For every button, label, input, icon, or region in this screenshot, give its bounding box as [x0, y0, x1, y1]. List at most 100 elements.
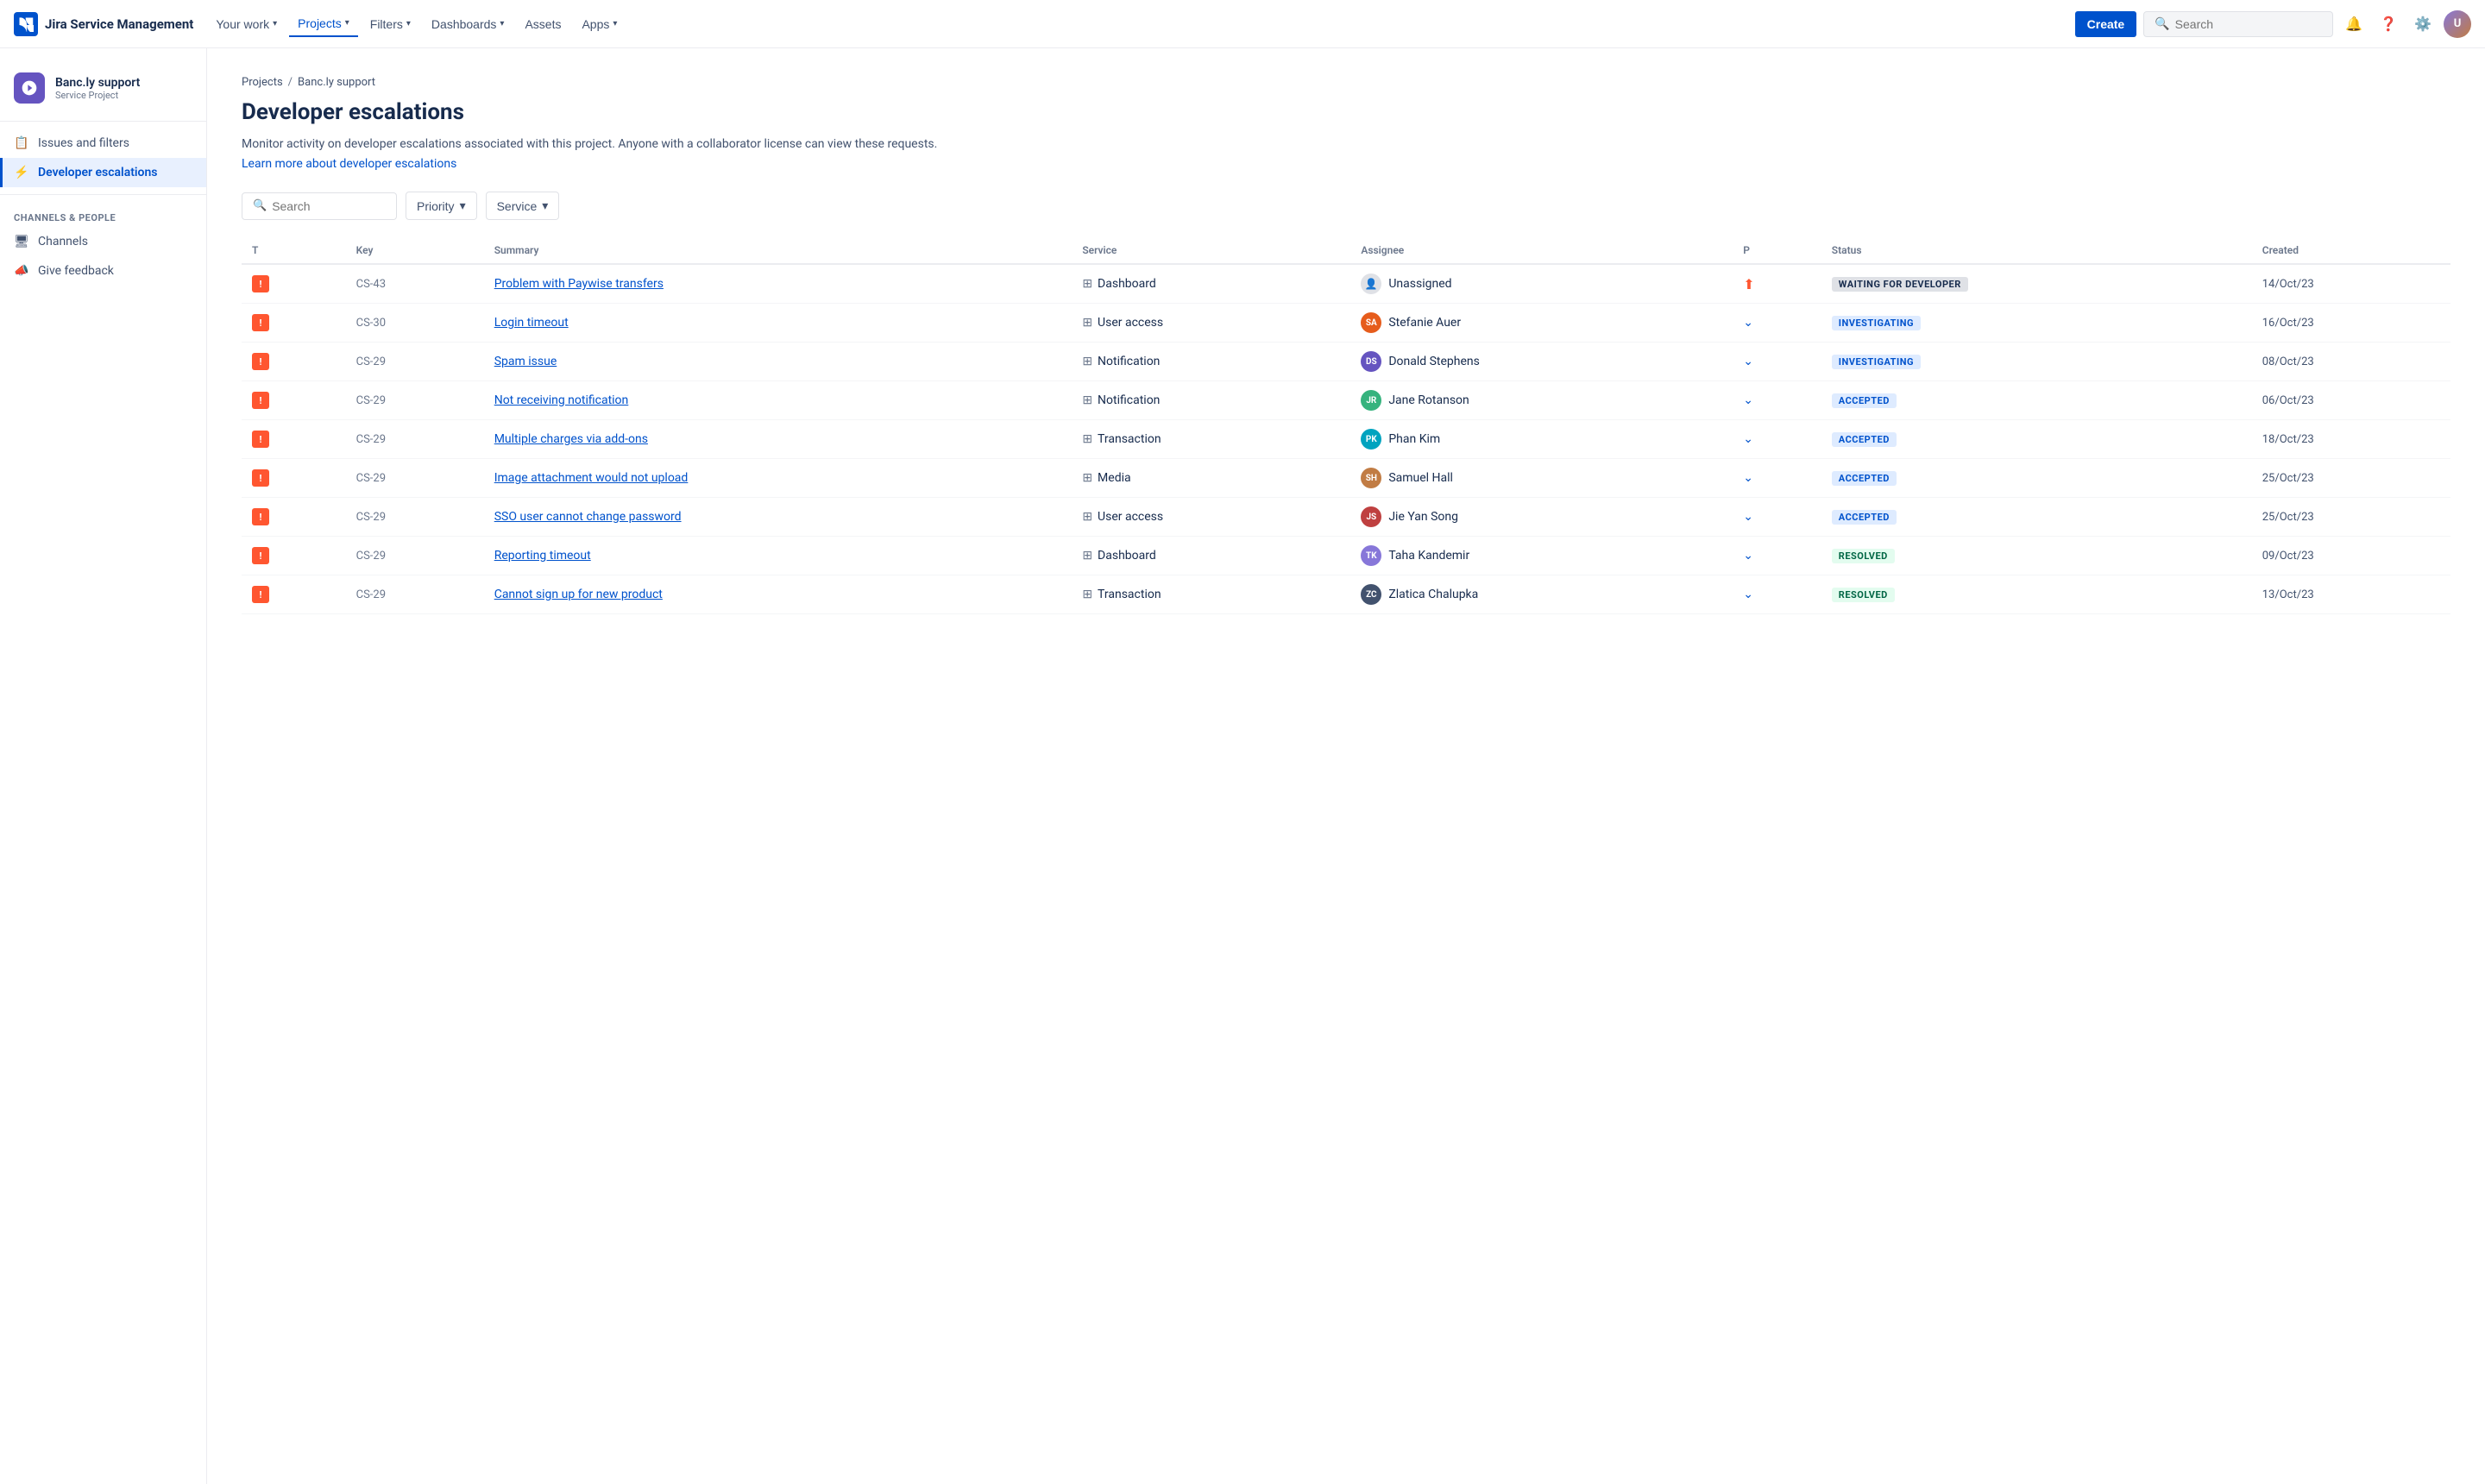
create-button[interactable]: Create: [2075, 11, 2137, 37]
feedback-icon: 📣: [14, 263, 29, 279]
breadcrumb-project-name[interactable]: Banc.ly support: [298, 76, 375, 89]
issue-type-icon: !: [252, 353, 269, 370]
status-badge: ACCEPTED: [1832, 471, 1897, 486]
user-avatar[interactable]: U: [2444, 10, 2471, 38]
issue-key: CS-30: [356, 317, 386, 330]
priority-low-icon: ⌄: [1743, 510, 1753, 524]
bell-icon: 🔔: [2345, 16, 2362, 33]
created-date: 16/Oct/23: [2262, 317, 2314, 330]
priority-filter[interactable]: Priority ▾: [406, 192, 477, 220]
chevron-down-icon: ▾: [542, 198, 548, 213]
sidebar-item-developer-escalations[interactable]: ⚡ Developer escalations: [0, 158, 206, 187]
issue-summary[interactable]: SSO user cannot change password: [494, 510, 682, 524]
search-icon: 🔍: [253, 199, 267, 212]
sidebar-item-issues[interactable]: 📋 Issues and filters: [0, 129, 206, 158]
service-filter[interactable]: Service ▾: [486, 192, 560, 220]
search-input[interactable]: [2175, 17, 2323, 31]
breadcrumb-separator: /: [288, 76, 293, 89]
status-badge: RESOLVED: [1832, 549, 1895, 563]
service-icon: ⊞: [1082, 510, 1092, 524]
nav-projects[interactable]: Projects ▾: [289, 11, 358, 37]
help-button[interactable]: ❓: [2375, 10, 2402, 38]
assignee-name: Samuel Hall: [1388, 471, 1453, 485]
main-layout: Banc.ly support Service Project 📋 Issues…: [0, 0, 2485, 1484]
service-name: Dashboard: [1098, 277, 1156, 291]
assignee-name: Jane Rotanson: [1388, 393, 1469, 407]
created-date: 25/Oct/23: [2262, 472, 2314, 485]
issue-summary[interactable]: Problem with Paywise transfers: [494, 277, 664, 291]
nav-your-work[interactable]: Your work ▾: [207, 12, 286, 36]
status-badge: ACCEPTED: [1832, 510, 1897, 525]
status-badge: ACCEPTED: [1832, 393, 1897, 408]
created-date: 25/Oct/23: [2262, 511, 2314, 524]
assignee-avatar: JR: [1361, 390, 1381, 411]
service-name: Notification: [1098, 355, 1160, 368]
chevron-down-icon: ▾: [406, 19, 411, 28]
issues-table: T Key Summary Service Assignee P Status …: [242, 237, 2450, 614]
service-name: Transaction: [1098, 432, 1161, 446]
nav-dashboards[interactable]: Dashboards ▾: [423, 12, 513, 36]
notifications-button[interactable]: 🔔: [2340, 10, 2368, 38]
table-row: ! CS-29 Cannot sign up for new product ⊞…: [242, 575, 2450, 614]
filters-bar: 🔍 Priority ▾ Service ▾: [242, 192, 2450, 220]
global-search[interactable]: 🔍: [2143, 11, 2333, 37]
service-name: Dashboard: [1098, 549, 1156, 563]
page-description: Monitor activity on developer escalation…: [242, 135, 2450, 154]
search-filter[interactable]: 🔍: [242, 192, 397, 220]
assignee-avatar: JS: [1361, 506, 1381, 527]
created-date: 08/Oct/23: [2262, 355, 2314, 368]
chevron-down-icon: ▾: [460, 198, 466, 213]
service-icon: ⊞: [1082, 316, 1092, 330]
settings-button[interactable]: ⚙️: [2409, 10, 2437, 38]
breadcrumb-projects[interactable]: Projects: [242, 76, 283, 89]
nav-apps[interactable]: Apps ▾: [573, 12, 626, 36]
service-icon: ⊞: [1082, 432, 1092, 446]
assignee-name: Donald Stephens: [1388, 355, 1480, 368]
table-row: ! CS-43 Problem with Paywise transfers ⊞…: [242, 264, 2450, 304]
unassigned-avatar: 👤: [1361, 274, 1381, 294]
issue-key: CS-29: [356, 550, 386, 563]
page-title: Developer escalations: [242, 99, 2450, 125]
nav-assets[interactable]: Assets: [516, 12, 569, 36]
created-date: 09/Oct/23: [2262, 550, 2314, 563]
service-cell: ⊞ Transaction: [1082, 432, 1340, 446]
issue-summary[interactable]: Cannot sign up for new product: [494, 588, 663, 601]
gear-icon: ⚙️: [2414, 16, 2432, 33]
service-icon: ⊞: [1082, 471, 1092, 485]
priority-low-icon: ⌄: [1743, 355, 1753, 368]
issue-summary[interactable]: Multiple charges via add-ons: [494, 432, 648, 446]
issue-key: CS-29: [356, 433, 386, 446]
assignee-avatar: ZC: [1361, 584, 1381, 605]
issue-summary[interactable]: Spam issue: [494, 355, 557, 368]
sidebar-item-give-feedback[interactable]: 📣 Give feedback: [0, 256, 206, 286]
help-icon: ❓: [2380, 16, 2397, 33]
issue-summary[interactable]: Not receiving notification: [494, 393, 629, 407]
service-cell: ⊞Dashboard: [1082, 277, 1340, 291]
issue-summary[interactable]: Reporting timeout: [494, 549, 591, 563]
issue-type-icon: !: [252, 547, 269, 564]
service-cell: ⊞Dashboard: [1082, 549, 1340, 563]
table-row: ! CS-29 Multiple charges via add-ons ⊞Tr…: [242, 420, 2450, 459]
app-logo[interactable]: Jira Service Management: [14, 12, 193, 36]
col-priority: P: [1733, 237, 1821, 264]
sidebar: Banc.ly support Service Project 📋 Issues…: [0, 48, 207, 1484]
search-filter-input[interactable]: [272, 199, 386, 213]
table-header-row: T Key Summary Service Assignee P Status …: [242, 237, 2450, 264]
nav-filters[interactable]: Filters ▾: [362, 12, 419, 36]
assignee-name: Unassigned: [1388, 277, 1451, 291]
issue-summary[interactable]: Login timeout: [494, 316, 569, 330]
created-date: 14/Oct/23: [2262, 278, 2314, 291]
assignee-name: Taha Kandemir: [1388, 549, 1469, 563]
learn-more-link[interactable]: Learn more about developer escalations: [242, 157, 456, 171]
issue-key: CS-29: [356, 394, 386, 407]
sidebar-item-channels[interactable]: 🖥 Channels: [0, 227, 206, 256]
assignee-name: Zlatica Chalupka: [1388, 588, 1478, 601]
issue-type-icon: !: [252, 508, 269, 525]
service-icon: ⊞: [1082, 393, 1092, 407]
service-icon: ⊞: [1082, 588, 1092, 601]
issue-key: CS-29: [356, 588, 386, 601]
issue-summary[interactable]: Image attachment would not upload: [494, 471, 689, 485]
col-created: Created: [2252, 237, 2450, 264]
sidebar-project-header: Banc.ly support Service Project: [0, 62, 206, 114]
top-navigation: Jira Service Management Your work ▾ Proj…: [0, 0, 2485, 48]
